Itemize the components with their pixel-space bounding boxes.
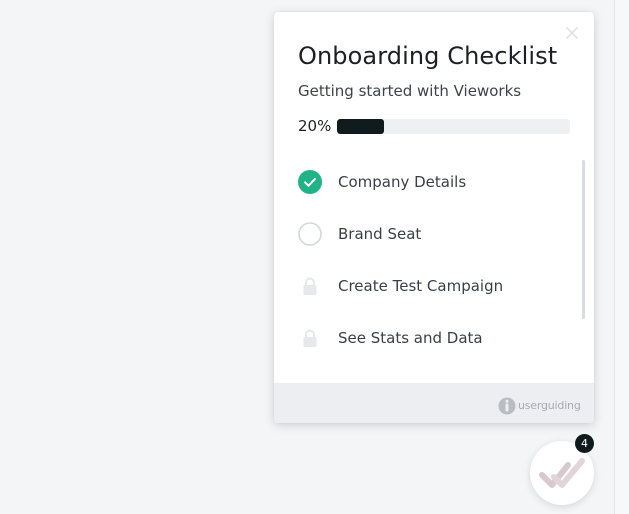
- task-label: Company Details: [338, 173, 467, 191]
- task-list-scrollbar[interactable]: [582, 160, 585, 319]
- task-create-test-campaign: Create Test Campaign: [298, 274, 548, 300]
- progress-bar-fill: [337, 119, 384, 134]
- lock-icon: [298, 274, 322, 298]
- checklist-title: Onboarding Checklist: [298, 42, 558, 70]
- userguiding-logo: userguiding: [498, 397, 581, 415]
- userguiding-brand-text: userguiding: [518, 399, 581, 412]
- onboarding-checklist-panel: Onboarding Checklist Getting started wit…: [274, 12, 594, 423]
- task-label: See Stats and Data: [338, 329, 483, 347]
- close-icon[interactable]: [563, 24, 581, 42]
- task-label: Brand Seat: [338, 225, 422, 243]
- launcher-count-badge: 4: [575, 434, 594, 453]
- userguiding-logo-icon: [498, 397, 516, 415]
- checklist-subtitle: Getting started with Vieworks: [298, 82, 522, 100]
- progress-percentage: 20%: [298, 117, 332, 135]
- check-circle-icon: [298, 170, 322, 194]
- task-label: Create Test Campaign: [338, 277, 504, 295]
- progress-bar: [337, 119, 570, 134]
- empty-circle-icon: [298, 222, 322, 246]
- page-edge-scroll-area: [614, 0, 629, 514]
- task-see-stats-and-data: See Stats and Data: [298, 326, 548, 352]
- lock-icon: [298, 326, 322, 350]
- task-brand-seat[interactable]: Brand Seat: [298, 222, 548, 248]
- checklist-footer: userguiding: [274, 383, 594, 423]
- task-company-details[interactable]: Company Details: [298, 170, 548, 196]
